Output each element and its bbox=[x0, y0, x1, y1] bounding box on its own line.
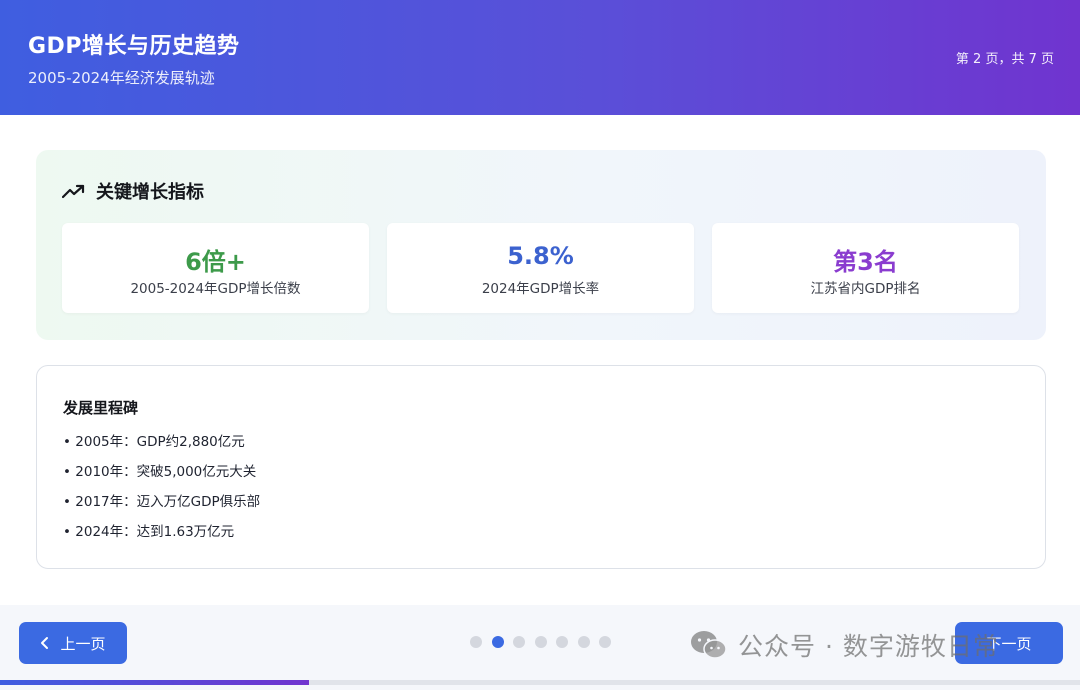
page-dot-2-active[interactable] bbox=[491, 636, 504, 648]
milestone-item: 2010年：突破5,000亿元大关 bbox=[63, 462, 260, 492]
metric-label: 江苏省内GDP排名 bbox=[810, 281, 921, 297]
page-dot-3[interactable] bbox=[513, 636, 525, 648]
milestone-item: 2024年：达到1.63万亿元 bbox=[63, 522, 260, 552]
page-dot-4[interactable] bbox=[534, 636, 547, 648]
footer-nav: 上一页 下一页 公众号 · 数字游牧日常 bbox=[0, 605, 1080, 690]
page-subtitle: 2005-2024年经济发展轨迹 bbox=[28, 69, 215, 87]
milestone-list: 2005年：GDP约2,880亿元 2010年：突破5,000亿元大关 2017… bbox=[63, 432, 260, 552]
page-dot-5[interactable] bbox=[556, 636, 568, 648]
chevron-left-icon bbox=[41, 637, 49, 649]
metric-card-growth-rate: 5.8% 2024年GDP增长率 bbox=[387, 223, 694, 313]
page-title: GDP增长与历史趋势 bbox=[28, 34, 240, 59]
metric-label: 2024年GDP增长率 bbox=[481, 281, 600, 297]
wechat-icon bbox=[691, 631, 727, 659]
key-metrics-heading: 关键增长指标 bbox=[62, 178, 204, 204]
page-dots bbox=[470, 636, 621, 648]
metric-value: 第3名 bbox=[833, 248, 898, 276]
milestone-item: 2005年：GDP约2,880亿元 bbox=[63, 432, 260, 462]
prev-page-button[interactable]: 上一页 bbox=[19, 622, 127, 664]
slide-content: 关键增长指标 6倍+ 2005-2024年GDP增长倍数 5.8% 2024年G… bbox=[0, 115, 1080, 605]
metric-value: 5.8% bbox=[507, 242, 574, 270]
prev-page-label: 上一页 bbox=[60, 634, 106, 653]
progress-bar bbox=[0, 680, 1080, 685]
milestone-item: 2017年：迈入万亿GDP俱乐部 bbox=[63, 492, 260, 522]
trending-up-icon bbox=[62, 184, 85, 199]
milestones-title: 发展里程碑 bbox=[63, 399, 139, 417]
key-metrics-panel: 关键增长指标 6倍+ 2005-2024年GDP增长倍数 5.8% 2024年G… bbox=[36, 150, 1046, 340]
metric-card-province-rank: 第3名 江苏省内GDP排名 bbox=[712, 223, 1019, 313]
watermark-text: 公众号 · 数字游牧日常 bbox=[738, 632, 999, 661]
page-dot-6[interactable] bbox=[577, 636, 590, 648]
metric-value: 6倍+ bbox=[185, 248, 246, 276]
watermark: 公众号 · 数字游牧日常 bbox=[690, 627, 999, 663]
header: GDP增长与历史趋势 2005-2024年经济发展轨迹 第 2 页，共 7 页 bbox=[0, 0, 1080, 115]
metric-card-growth-multiple: 6倍+ 2005-2024年GDP增长倍数 bbox=[62, 223, 369, 313]
metric-label: 2005-2024年GDP增长倍数 bbox=[130, 281, 301, 297]
page-dot-7[interactable] bbox=[599, 636, 611, 648]
page-dot-1[interactable] bbox=[470, 636, 482, 648]
milestones-panel: 发展里程碑 2005年：GDP约2,880亿元 2010年：突破5,000亿元大… bbox=[36, 365, 1046, 569]
key-metrics-heading-label: 关键增长指标 bbox=[96, 182, 204, 203]
progress-fill bbox=[0, 680, 309, 685]
page-indicator: 第 2 页，共 7 页 bbox=[955, 52, 1054, 67]
